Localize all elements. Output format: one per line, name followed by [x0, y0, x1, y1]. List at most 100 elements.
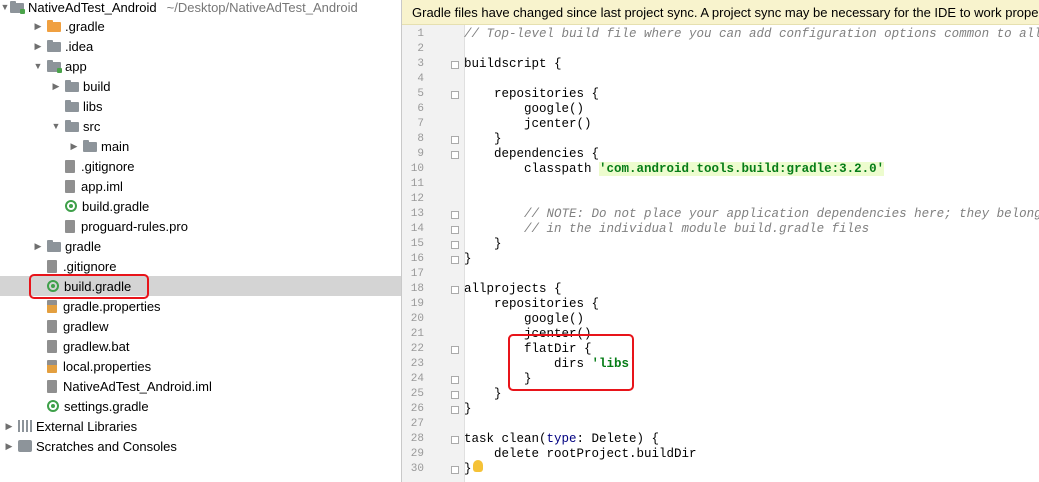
code-line[interactable]: jcenter() — [464, 117, 1039, 132]
expand-arrow-icon[interactable]: ▼ — [33, 61, 43, 71]
tree-item[interactable]: settings.gradle — [0, 396, 401, 416]
code-area[interactable]: // Top-level build file where you can ad… — [464, 25, 1039, 482]
fold-marker-icon[interactable] — [451, 211, 459, 219]
file-icon — [65, 219, 75, 233]
fold-marker-icon[interactable] — [451, 346, 459, 354]
tree-item-label: External Libraries — [36, 418, 138, 434]
expand-arrow-icon[interactable]: ▶ — [4, 421, 14, 432]
code-line[interactable]: // NOTE: Do not place your application d… — [464, 207, 1039, 222]
tree-item-label: NativeAdTest_Android.iml — [63, 378, 212, 394]
tree-item-label: Scratches and Consoles — [36, 438, 177, 454]
tree-item-label: app — [65, 58, 87, 74]
fold-marker-icon[interactable] — [451, 226, 459, 234]
fold-marker-icon[interactable] — [451, 241, 459, 249]
code-line[interactable]: task clean(type: Delete) { — [464, 432, 1039, 447]
tree-item[interactable]: ▶ .gradle — [0, 16, 401, 36]
expand-arrow-icon[interactable]: ▶ — [51, 81, 61, 92]
fold-marker-icon[interactable] — [451, 436, 459, 444]
fold-marker-icon[interactable] — [451, 136, 459, 144]
code-editor[interactable]: Gradle files have changed since last pro… — [402, 0, 1039, 482]
expand-arrow-icon[interactable]: ▶ — [33, 41, 43, 52]
code-line[interactable]: google() — [464, 312, 1039, 327]
line-number: 30 — [410, 463, 424, 475]
code-line[interactable] — [464, 417, 1039, 432]
tree-item[interactable]: ▼ src — [0, 116, 401, 136]
tree-item[interactable]: proguard-rules.pro — [0, 216, 401, 236]
code-line[interactable]: repositories { — [464, 87, 1039, 102]
expand-arrow-icon[interactable]: ▶ — [33, 241, 43, 252]
line-number: 17 — [410, 268, 424, 280]
fold-marker-icon[interactable] — [451, 376, 459, 384]
code-line[interactable]: classpath 'com.android.tools.build:gradl… — [464, 162, 1039, 177]
tree-item[interactable]: gradlew — [0, 316, 401, 336]
tree-item[interactable]: ▶ gradle — [0, 236, 401, 256]
module-folder-icon — [47, 60, 62, 73]
line-number: 13 — [410, 208, 424, 220]
code-line[interactable]: } — [464, 132, 1039, 147]
tree-item[interactable]: local.properties — [0, 356, 401, 376]
libraries-icon — [18, 420, 32, 432]
tree-item[interactable]: .gitignore — [0, 256, 401, 276]
expand-arrow-icon[interactable]: ▼ — [0, 2, 10, 12]
tree-item[interactable]: ▶ main — [0, 136, 401, 156]
fold-marker-icon[interactable] — [451, 466, 459, 474]
tree-item[interactable]: gradlew.bat — [0, 336, 401, 356]
code-line[interactable]: // Top-level build file where you can ad… — [464, 27, 1039, 42]
code-line[interactable]: dependencies { — [464, 147, 1039, 162]
tree-item-label: gradlew — [63, 318, 109, 334]
tree-item[interactable]: libs — [0, 96, 401, 116]
tree-item[interactable]: .gitignore — [0, 156, 401, 176]
code-line[interactable]: } — [464, 462, 1039, 477]
tree-item-label: app.iml — [81, 178, 123, 194]
code-line[interactable]: buildscript { — [464, 57, 1039, 72]
code-line[interactable]: allprojects { — [464, 282, 1039, 297]
expand-arrow-icon[interactable]: ▶ — [69, 141, 79, 152]
tree-item[interactable]: ▶ Scratches and Consoles — [0, 436, 401, 456]
line-number: 5 — [417, 88, 424, 100]
code-line[interactable] — [464, 72, 1039, 87]
code-line[interactable] — [464, 267, 1039, 282]
line-number: 26 — [410, 403, 424, 415]
code-line[interactable]: } — [464, 402, 1039, 417]
code-line[interactable]: repositories { — [464, 297, 1039, 312]
tree-item[interactable]: NativeAdTest_Android.iml — [0, 376, 401, 396]
tree-item[interactable]: ▶ External Libraries — [0, 416, 401, 436]
code-line[interactable] — [464, 177, 1039, 192]
code-keyword: type — [546, 432, 577, 446]
tree-item-label: .gitignore — [81, 158, 135, 174]
line-number: 23 — [410, 358, 424, 370]
fold-marker-icon[interactable] — [451, 151, 459, 159]
fold-marker-icon[interactable] — [451, 61, 459, 69]
gradle-icon — [65, 200, 77, 212]
module-folder-icon — [10, 1, 25, 14]
tree-root-item[interactable]: ▼ NativeAdTest_Android ~/Desktop/NativeA… — [0, 0, 401, 17]
tree-item[interactable]: app.iml — [0, 176, 401, 196]
properties-file-icon — [47, 359, 57, 373]
tree-item[interactable]: ▶ build — [0, 76, 401, 96]
expand-arrow-icon[interactable]: ▼ — [51, 121, 61, 131]
fold-marker-icon[interactable] — [451, 91, 459, 99]
code-line[interactable]: // in the individual module build.gradle… — [464, 222, 1039, 237]
intention-bulb-icon[interactable] — [473, 460, 483, 472]
code-line[interactable] — [464, 42, 1039, 57]
tree-item[interactable]: gradle.properties — [0, 296, 401, 316]
code-line[interactable]: delete rootProject.buildDir — [464, 447, 1039, 462]
fold-marker-icon[interactable] — [451, 256, 459, 264]
code-line[interactable]: } — [464, 252, 1039, 267]
tree-item[interactable]: build.gradle — [0, 196, 401, 216]
fold-marker-icon[interactable] — [451, 391, 459, 399]
fold-marker-icon[interactable] — [451, 286, 459, 294]
code-line[interactable] — [464, 192, 1039, 207]
line-number: 27 — [410, 418, 424, 430]
line-number: 11 — [410, 178, 424, 190]
fold-marker-icon[interactable] — [451, 406, 459, 414]
code-line[interactable]: google() — [464, 102, 1039, 117]
expand-arrow-icon[interactable]: ▶ — [4, 441, 14, 452]
tree-item-label: gradle — [65, 238, 102, 254]
tree-item[interactable]: ▶ .idea — [0, 36, 401, 56]
line-number: 12 — [410, 193, 424, 205]
tree-item-label: .idea — [65, 38, 94, 54]
code-line[interactable]: } — [464, 237, 1039, 252]
expand-arrow-icon[interactable]: ▶ — [33, 21, 43, 32]
tree-item[interactable]: ▼ app — [0, 56, 401, 76]
